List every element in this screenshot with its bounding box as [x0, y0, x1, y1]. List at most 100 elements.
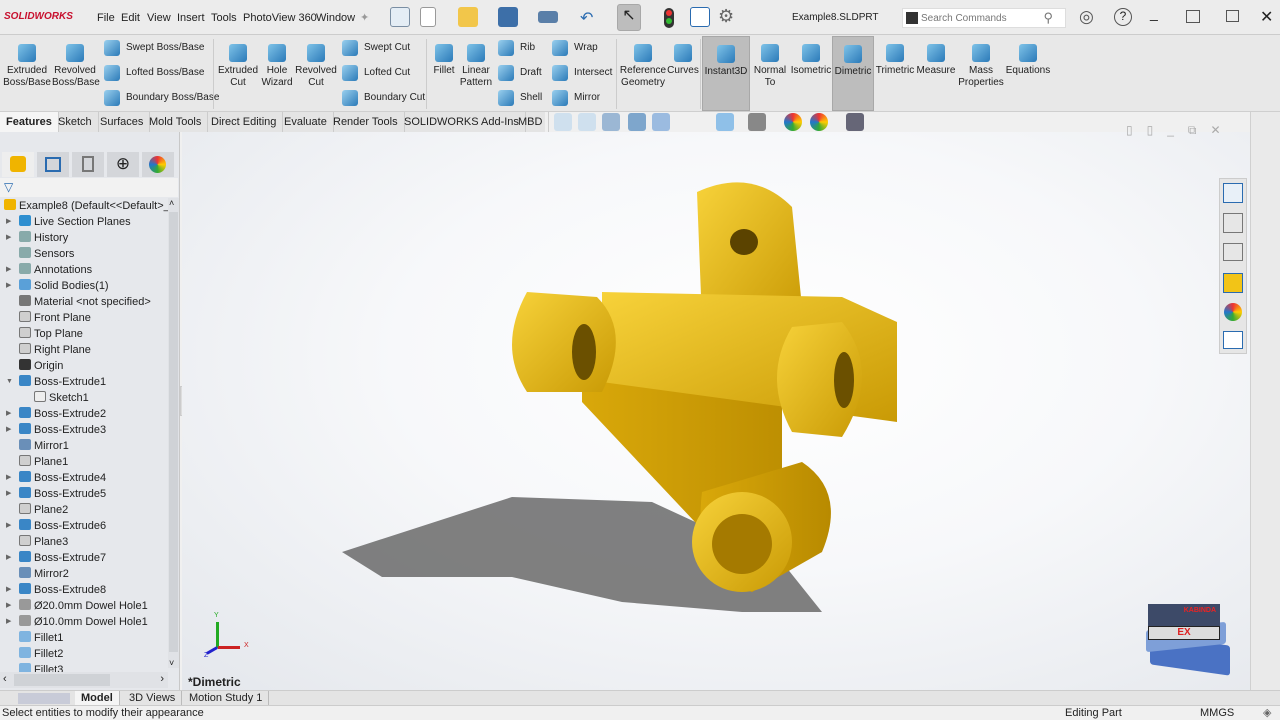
- file-properties-icon[interactable]: [690, 7, 710, 27]
- tree-item-10-0mm-dowel-hole1[interactable]: ▶ Ø10.0mm Dowel Hole1: [6, 614, 148, 630]
- ribbon-wrap-button[interactable]: Wrap: [552, 39, 598, 57]
- dimxpert-tab[interactable]: ⊕: [107, 152, 139, 177]
- expand-arrow-icon[interactable]: ▶: [6, 262, 11, 278]
- property-manager-tab[interactable]: [37, 152, 69, 177]
- view-settings-icon[interactable]: [846, 113, 864, 131]
- ribbon-revolved-boss-base-button[interactable]: Revolved Boss/Base: [52, 36, 100, 96]
- expand-arrow-icon[interactable]: ▶: [6, 470, 11, 486]
- ribbon-fillet-button[interactable]: Fillet: [430, 36, 458, 96]
- ribbon-measure-button[interactable]: Measure: [914, 36, 958, 96]
- help-icon[interactable]: ?: [1114, 8, 1132, 26]
- tree-item-20-0mm-dowel-hole1[interactable]: ▶ Ø20.0mm Dowel Hole1: [6, 598, 148, 614]
- ribbon-instant3d-button[interactable]: Instant3D: [702, 36, 750, 111]
- display-manager-tab[interactable]: [142, 152, 174, 177]
- tree-item-mirror1[interactable]: Mirror1: [19, 438, 69, 454]
- menu-view[interactable]: View: [147, 12, 171, 24]
- tree-item-boss-extrude4[interactable]: ▶ Boss-Extrude4: [6, 470, 106, 486]
- ribbon-draft-button[interactable]: Draft: [498, 64, 542, 82]
- ribbon-equations-button[interactable]: Equations: [1004, 36, 1052, 96]
- ribbon-mass-properties-button[interactable]: Mass Properties: [958, 36, 1004, 96]
- expand-arrow-icon[interactable]: ▶: [6, 614, 11, 630]
- resources-home-icon[interactable]: [1223, 183, 1243, 203]
- design-library-icon[interactable]: [1223, 213, 1243, 233]
- tree-item-boss-extrude3[interactable]: ▶ Boss-Extrude3: [6, 422, 106, 438]
- expand-arrow-icon[interactable]: ▶: [6, 406, 11, 422]
- zoom-to-fit-icon[interactable]: [554, 113, 572, 131]
- expand-arrow-icon[interactable]: ▶: [6, 598, 11, 614]
- select-arrow-icon[interactable]: ↖: [617, 4, 641, 31]
- ribbon-isometric-button[interactable]: Isometric: [790, 36, 832, 96]
- options-gear-icon[interactable]: ⚙: [718, 6, 734, 27]
- undo-icon[interactable]: ↶: [580, 8, 593, 28]
- collapse-arrow-icon[interactable]: ▼: [6, 374, 13, 390]
- ribbon-dimetric-button[interactable]: Dimetric: [832, 36, 874, 111]
- search-icon[interactable]: ⚲: [1043, 10, 1053, 26]
- menu-file[interactable]: File: [97, 12, 115, 24]
- bottom-tab-motion-study-1[interactable]: Motion Study 1: [183, 691, 270, 706]
- tab-scroll-arrows[interactable]: [18, 693, 70, 704]
- bottom-tab-model[interactable]: Model: [75, 691, 120, 706]
- section-view-icon[interactable]: [628, 113, 646, 131]
- tab-sketch[interactable]: Sketch: [52, 112, 99, 132]
- custom-properties-icon[interactable]: [1223, 331, 1243, 349]
- tree-item-boss-extrude6[interactable]: ▶ Boss-Extrude6: [6, 518, 106, 534]
- menu-window[interactable]: Window: [316, 12, 355, 24]
- display-style-icon[interactable]: [716, 113, 734, 131]
- home-icon[interactable]: [390, 7, 410, 27]
- ribbon-trimetric-button[interactable]: Trimetric: [874, 36, 916, 96]
- close-button[interactable]: ✕: [1260, 7, 1273, 27]
- configuration-manager-tab[interactable]: [72, 152, 104, 177]
- expand-arrow-icon[interactable]: ▶: [6, 278, 11, 294]
- graphics-viewport[interactable]: Y X Z *Dimetric KABINDA EX ▯▯_⧉✕: [182, 123, 1250, 690]
- tab-mbd[interactable]: MBD: [512, 112, 550, 132]
- tree-item-boss-extrude1[interactable]: ▼ Boss-Extrude1: [6, 374, 106, 390]
- rebuild-icon[interactable]: [664, 8, 674, 28]
- tree-item-origin[interactable]: Origin: [19, 358, 63, 374]
- apply-scene-icon[interactable]: [810, 113, 828, 131]
- ribbon-boundary-cut-button[interactable]: Boundary Cut: [342, 89, 425, 107]
- tab-mold-tools[interactable]: Mold Tools: [143, 112, 209, 132]
- previous-view-icon[interactable]: [602, 113, 620, 131]
- tree-vertical-scrollbar[interactable]: ˄ ˅: [168, 198, 179, 668]
- ribbon-lofted-boss-base-button[interactable]: Lofted Boss/Base: [104, 64, 204, 82]
- tree-item-sketch1[interactable]: Sketch1: [34, 390, 89, 406]
- ribbon-rib-button[interactable]: Rib: [498, 39, 535, 57]
- tree-filter[interactable]: ▽: [0, 178, 178, 197]
- tree-item-plane3[interactable]: Plane3: [19, 534, 68, 550]
- minimize-button[interactable]: _: [1150, 5, 1158, 21]
- tab-direct-editing[interactable]: Direct Editing: [205, 112, 284, 132]
- expand-arrow-icon[interactable]: ▶: [6, 422, 11, 438]
- ribbon-intersect-button[interactable]: Intersect: [552, 64, 612, 82]
- tree-item-sensors[interactable]: Sensors: [19, 246, 74, 262]
- ribbon-curves-button[interactable]: Curves: [666, 36, 700, 96]
- tree-item-plane1[interactable]: Plane1: [19, 454, 68, 470]
- unit-system-button[interactable]: MMGS: [1200, 706, 1234, 720]
- ribbon-mirror-button[interactable]: Mirror: [552, 89, 600, 107]
- edit-appearance-icon[interactable]: [784, 113, 802, 131]
- tree-item-front-plane[interactable]: Front Plane: [19, 310, 91, 326]
- rebuild-status-icon[interactable]: ◈: [1263, 706, 1271, 720]
- tree-item-boss-extrude8[interactable]: ▶ Boss-Extrude8: [6, 582, 106, 598]
- ribbon-swept-cut-button[interactable]: Swept Cut: [342, 39, 410, 57]
- ribbon-swept-boss-base-button[interactable]: Swept Boss/Base: [104, 39, 204, 57]
- feature-manager-tab[interactable]: [2, 152, 34, 177]
- ribbon-shell-button[interactable]: Shell: [498, 89, 542, 107]
- menu-insert[interactable]: Insert: [177, 12, 205, 24]
- tab-evaluate[interactable]: Evaluate: [278, 112, 334, 132]
- bottom-tab-3d-views[interactable]: 3D Views: [123, 691, 183, 706]
- expand-arrow-icon[interactable]: ▶: [6, 582, 11, 598]
- tab-render-tools[interactable]: Render Tools: [327, 112, 405, 132]
- save-icon[interactable]: [498, 7, 518, 27]
- tab-features[interactable]: Features: [0, 112, 59, 132]
- open-icon[interactable]: [458, 7, 478, 27]
- ribbon-normal-to-button[interactable]: Normal To: [750, 36, 790, 96]
- tree-item-mirror2[interactable]: Mirror2: [19, 566, 69, 582]
- tree-item-boss-extrude7[interactable]: ▶ Boss-Extrude7: [6, 550, 106, 566]
- print-icon[interactable]: [538, 11, 558, 23]
- tree-item-annotations[interactable]: ▶ Annotations: [6, 262, 92, 278]
- menu-tools[interactable]: Tools: [211, 12, 237, 24]
- tree-item-live-section-planes[interactable]: ▶ Live Section Planes: [6, 214, 131, 230]
- zoom-to-area-icon[interactable]: [578, 113, 596, 131]
- view-orientation-icon[interactable]: [652, 113, 670, 131]
- file-explorer-icon[interactable]: [1223, 243, 1243, 261]
